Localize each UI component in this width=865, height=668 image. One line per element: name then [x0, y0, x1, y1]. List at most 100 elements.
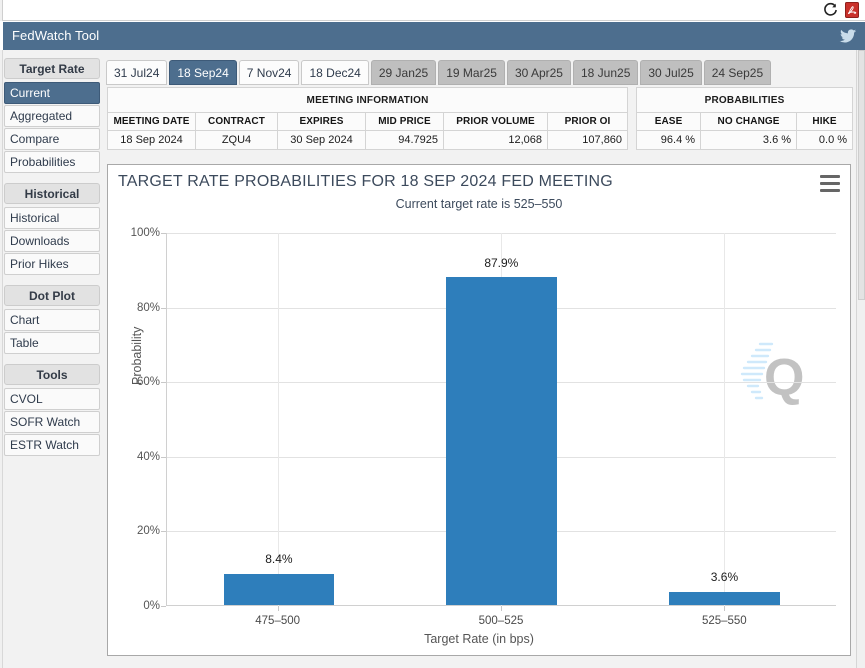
- y-tick-label-0: 0%: [143, 600, 160, 612]
- tab-18-sep24[interactable]: 18 Sep24: [169, 60, 236, 85]
- sidebar-item-probabilities[interactable]: Probabilities: [4, 151, 100, 173]
- chart-panel: TARGET RATE PROBABILITIES FOR 18 SEP 202…: [107, 164, 851, 656]
- tab-19-mar25[interactable]: 19 Mar25: [438, 60, 505, 85]
- sidebar-group-historical: Historical: [4, 183, 100, 204]
- sidebar-item-aggregated[interactable]: Aggregated: [4, 105, 100, 127]
- y-tick-label-100: 100%: [131, 227, 160, 239]
- sidebar-item-compare[interactable]: Compare: [4, 128, 100, 150]
- y-tick-label-40: 40%: [137, 451, 160, 463]
- twitter-icon[interactable]: [838, 27, 857, 46]
- chart-title: TARGET RATE PROBABILITIES FOR 18 SEP 202…: [118, 173, 613, 191]
- bar-label-475-500: 8.4%: [265, 552, 292, 566]
- table-row: 96.4 % 3.6 % 0.0 %: [637, 131, 853, 150]
- bar-label-525-550: 3.6%: [711, 570, 738, 584]
- column-expires: EXPIRES: [278, 113, 366, 131]
- sidebar-item-chart[interactable]: Chart: [4, 309, 100, 331]
- meeting-date-tabs: 31 Jul24 18 Sep24 7 Nov24 18 Dec24 29 Ja…: [106, 59, 771, 85]
- x-tick-mark: [501, 606, 502, 611]
- vgridline-cat-0: [278, 233, 279, 606]
- sidebar-item-historical[interactable]: Historical: [4, 207, 100, 229]
- column-no-change: NO CHANGE: [701, 113, 797, 131]
- y-tick-mark: [161, 233, 166, 234]
- tab-30-apr25[interactable]: 30 Apr25: [507, 60, 571, 85]
- y-axis-line: [166, 233, 167, 606]
- x-tick-label-475-500: 475–500: [255, 615, 300, 627]
- table-header-row: EASE NO CHANGE HIKE: [637, 113, 853, 131]
- probabilities-caption: PROBABILITIES: [637, 88, 853, 113]
- hamburger-menu-icon[interactable]: [820, 175, 840, 192]
- table-header-row: MEETING DATE CONTRACT EXPIRES MID PRICE …: [108, 113, 628, 131]
- sidebar-item-sofr-watch[interactable]: SOFR Watch: [4, 411, 100, 433]
- column-prior-volume: PRIOR VOLUME: [444, 113, 548, 131]
- table-row: 18 Sep 2024 ZQU4 30 Sep 2024 94.7925 12,…: [108, 131, 628, 150]
- tab-18-jun25[interactable]: 18 Jun25: [573, 60, 638, 85]
- content-area: Target Rate Current Aggregated Compare P…: [0, 50, 865, 668]
- column-mid-price: MID PRICE: [366, 113, 444, 131]
- bar-label-500-525: 87.9%: [484, 256, 518, 270]
- y-tick-mark: [161, 531, 166, 532]
- tab-31-jul24[interactable]: 31 Jul24: [106, 60, 167, 85]
- x-tick-label-525-550: 525–550: [702, 615, 747, 627]
- column-contract: CONTRACT: [196, 113, 278, 131]
- y-tick-mark: [161, 308, 166, 309]
- sidebar-item-cvol[interactable]: CVOL: [4, 388, 100, 410]
- sidebar-item-current[interactable]: Current: [4, 82, 100, 104]
- refresh-icon[interactable]: [823, 2, 838, 18]
- main-panel: 31 Jul24 18 Sep24 7 Nov24 18 Dec24 29 Ja…: [104, 50, 856, 668]
- app-title: FedWatch Tool: [12, 28, 99, 43]
- sidebar-group-target-rate: Target Rate: [4, 58, 100, 79]
- tab-29-jan25[interactable]: 29 Jan25: [371, 60, 436, 85]
- chart-subtitle: Current target rate is 525–550: [108, 197, 850, 211]
- cell-ease: 96.4 %: [637, 131, 701, 150]
- bar-475-500[interactable]: [224, 574, 335, 605]
- x-tick-label-500-525: 500–525: [479, 615, 524, 627]
- sidebar-item-estr-watch[interactable]: ESTR Watch: [4, 434, 100, 456]
- column-ease: EASE: [637, 113, 701, 131]
- cell-prior-volume: 12,068: [444, 131, 548, 150]
- app-header: FedWatch Tool: [3, 22, 865, 50]
- cell-prior-oi: 107,860: [548, 131, 628, 150]
- sidebar-spacer: [4, 174, 100, 183]
- y-tick-label-20: 20%: [137, 525, 160, 537]
- tab-24-sep25[interactable]: 24 Sep25: [704, 60, 771, 85]
- hamburger-bar: [820, 175, 840, 178]
- sidebar-item-downloads[interactable]: Downloads: [4, 230, 100, 252]
- column-meeting-date: MEETING DATE: [108, 113, 196, 131]
- browser-top-strip: [0, 0, 865, 21]
- sidebar: Target Rate Current Aggregated Compare P…: [4, 58, 100, 457]
- sidebar-group-dot-plot: Dot Plot: [4, 285, 100, 306]
- hamburger-bar: [820, 189, 840, 192]
- y-tick-mark: [161, 382, 166, 383]
- info-tables-row: MEETING INFORMATION MEETING DATE CONTRAC…: [107, 87, 851, 150]
- x-axis-label: Target Rate (in bps): [108, 632, 850, 646]
- plot-area: 100% 80% 60% 40% 20% 0%: [166, 233, 836, 606]
- sidebar-item-prior-hikes[interactable]: Prior Hikes: [4, 253, 100, 275]
- probabilities-table: PROBABILITIES EASE NO CHANGE HIKE 96.4 %…: [636, 87, 853, 150]
- bar-500-525[interactable]: [446, 277, 557, 605]
- y-tick-mark: [161, 457, 166, 458]
- tab-30-jul25[interactable]: 30 Jul25: [640, 60, 701, 85]
- x-tick-mark: [724, 606, 725, 611]
- sidebar-spacer: [4, 355, 100, 364]
- sidebar-spacer: [4, 276, 100, 285]
- column-prior-oi: PRIOR OI: [548, 113, 628, 131]
- tab-18-dec24[interactable]: 18 Dec24: [301, 60, 368, 85]
- cell-no-change: 3.6 %: [701, 131, 797, 150]
- cell-mid-price: 94.7925: [366, 131, 444, 150]
- browser-left-edge: [0, 0, 3, 21]
- pdf-icon[interactable]: [845, 2, 859, 18]
- sidebar-group-tools: Tools: [4, 364, 100, 385]
- bar-525-550[interactable]: [669, 592, 780, 605]
- vertical-scrollbar-thumb[interactable]: [858, 50, 865, 300]
- vertical-scrollbar[interactable]: [856, 50, 865, 668]
- cell-expires: 30 Sep 2024: [278, 131, 366, 150]
- y-tick-label-80: 80%: [137, 302, 160, 314]
- vgridline-cat-2: [724, 233, 725, 606]
- cell-meeting-date: 18 Sep 2024: [108, 131, 196, 150]
- hamburger-bar: [820, 182, 840, 185]
- x-tick-mark: [278, 606, 279, 611]
- y-tick-label-60: 60%: [137, 376, 160, 388]
- meeting-information-caption: MEETING INFORMATION: [108, 88, 628, 113]
- tab-7-nov24[interactable]: 7 Nov24: [239, 60, 300, 85]
- sidebar-item-table[interactable]: Table: [4, 332, 100, 354]
